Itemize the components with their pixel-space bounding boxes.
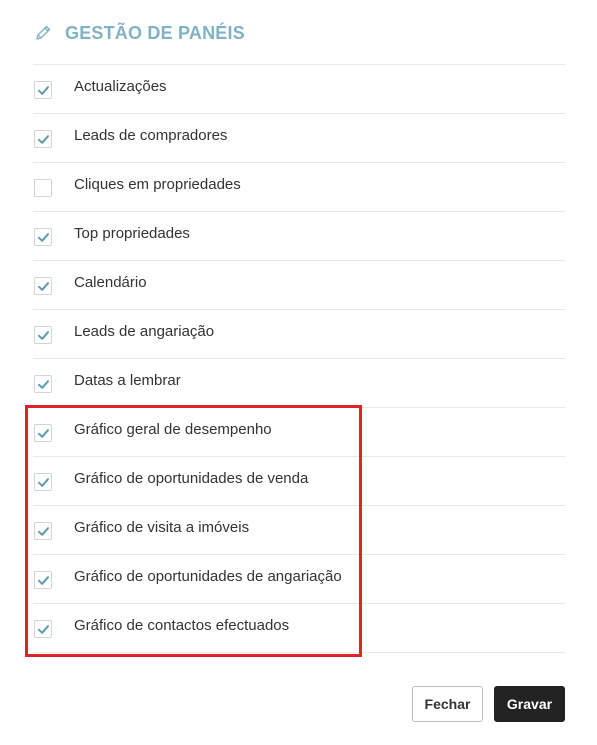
dialog-title: GESTÃO DE PANÉIS <box>65 22 245 43</box>
panel-item-cliques-propriedades[interactable]: Cliques em propriedades <box>33 163 565 212</box>
save-button[interactable]: Gravar <box>494 686 565 722</box>
dialog-header: GESTÃO DE PANÉIS <box>34 20 245 46</box>
close-button[interactable]: Fechar <box>412 686 483 722</box>
checkmark-icon <box>37 281 49 291</box>
panel-checkbox[interactable] <box>34 130 52 148</box>
panel-list: Actualizações Leads de compradores Cliqu… <box>33 64 565 653</box>
panel-checkbox[interactable] <box>34 473 52 491</box>
panel-checkbox[interactable] <box>34 81 52 99</box>
panel-item-grafico-visita-imoveis[interactable]: Gráfico de visita a imóveis <box>33 506 565 555</box>
panel-item-label: Gráfico de visita a imóveis <box>74 519 250 536</box>
panel-item-leads-angariacao[interactable]: Leads de angariação <box>33 310 565 359</box>
panel-item-datas-lembrar[interactable]: Datas a lembrar <box>33 359 565 408</box>
checkmark-icon <box>37 379 49 389</box>
panel-checkbox[interactable] <box>34 326 52 344</box>
panel-item-calendario[interactable]: Calendário <box>33 261 565 310</box>
checkmark-icon <box>37 526 49 536</box>
panel-checkbox[interactable] <box>34 228 52 246</box>
panel-item-label: Gráfico de oportunidades de angariação <box>74 568 342 585</box>
panel-management-dialog: GESTÃO DE PANÉIS Actualizações Leads de … <box>0 0 597 745</box>
panel-item-label: Leads de angariação <box>74 323 215 340</box>
panel-item-grafico-desempenho[interactable]: Gráfico geral de desempenho <box>33 408 565 457</box>
panel-checkbox[interactable] <box>34 375 52 393</box>
checkmark-icon <box>37 575 49 585</box>
panel-item-actualizacoes[interactable]: Actualizações <box>33 65 565 114</box>
panel-checkbox[interactable] <box>34 424 52 442</box>
panel-checkbox[interactable] <box>34 277 52 295</box>
panel-item-label: Gráfico geral de desempenho <box>74 421 272 438</box>
panel-item-label: Top propriedades <box>74 225 190 242</box>
panel-item-label: Datas a lembrar <box>74 372 181 389</box>
checkmark-icon <box>37 134 49 144</box>
checkmark-icon <box>37 232 49 242</box>
panel-item-top-propriedades[interactable]: Top propriedades <box>33 212 565 261</box>
pencil-icon <box>34 24 52 42</box>
checkmark-icon <box>37 477 49 487</box>
panel-item-grafico-oportunidades-angariacao[interactable]: Gráfico de oportunidades de angariação <box>33 555 565 604</box>
panel-item-label: Gráfico de oportunidades de venda <box>74 470 309 487</box>
panel-item-label: Leads de compradores <box>74 127 228 144</box>
panel-item-label: Gráfico de contactos efectuados <box>74 617 290 634</box>
checkmark-icon <box>37 624 49 634</box>
panel-checkbox[interactable] <box>34 179 52 197</box>
panel-item-label: Calendário <box>74 274 147 291</box>
panel-item-grafico-contactos[interactable]: Gráfico de contactos efectuados <box>33 604 565 653</box>
panel-item-leads-compradores[interactable]: Leads de compradores <box>33 114 565 163</box>
panel-checkbox[interactable] <box>34 571 52 589</box>
panel-item-label: Cliques em propriedades <box>74 176 241 193</box>
checkmark-icon <box>37 85 49 95</box>
panel-checkbox[interactable] <box>34 522 52 540</box>
checkmark-icon <box>37 428 49 438</box>
panel-item-grafico-oportunidades-venda[interactable]: Gráfico de oportunidades de venda <box>33 457 565 506</box>
panel-checkbox[interactable] <box>34 620 52 638</box>
panel-item-label: Actualizações <box>74 78 167 95</box>
checkmark-icon <box>37 330 49 340</box>
